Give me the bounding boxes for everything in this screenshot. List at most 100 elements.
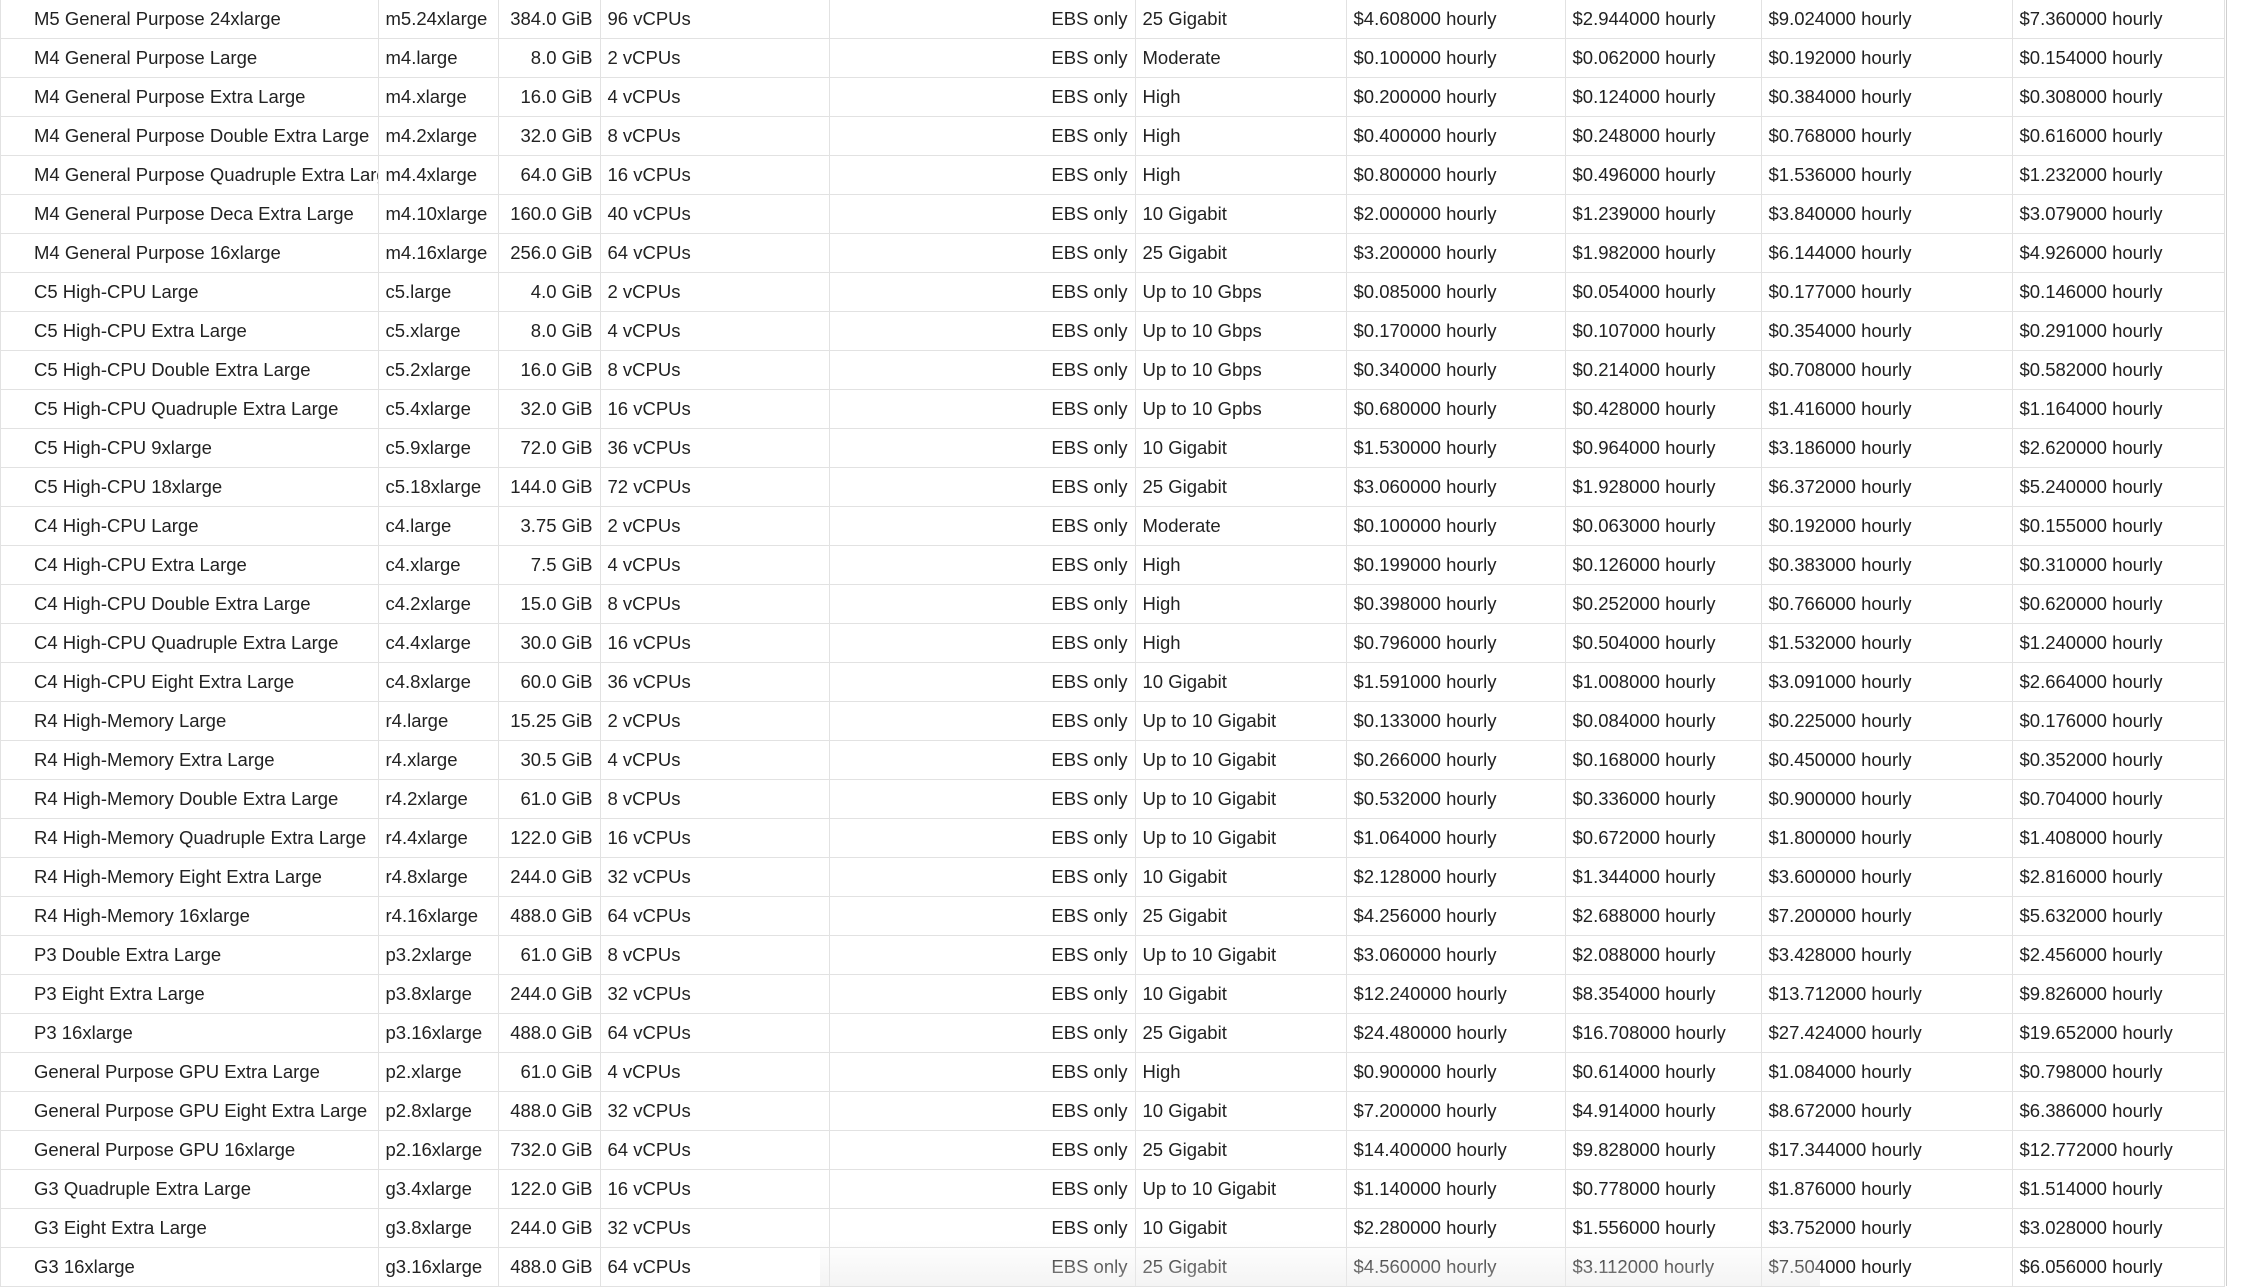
windows-on-demand-cost-cell: $1.876000 hourly <box>1761 1169 2013 1209</box>
table-row[interactable]: R4 High-Memory 16xlarge r4.16xlarge 488.0 … <box>0 896 2225 936</box>
instance-name-cell: C5 High-CPU 18xlarge <box>0 467 379 507</box>
linux-reserved-cost-cell: $1.982000 hourly <box>1565 233 1762 273</box>
table-row[interactable]: P3 16xlarge p3.16xlarge 488.0 GiB 64 vCPUs E… <box>0 1013 2225 1053</box>
windows-on-demand-cost-cell: $0.192000 hourly <box>1761 506 2013 546</box>
vcpus-cell: 64 vCPUs <box>600 233 830 273</box>
linux-reserved-cost-cell: $0.248000 hourly <box>1565 116 1762 156</box>
linux-reserved-cost-cell: $0.124000 hourly <box>1565 77 1762 117</box>
table-row[interactable]: C4 High-CPU Extra Large c4.xlarge 7.5 GiB 4… <box>0 545 2225 585</box>
windows-reserved-cost-cell: $0.620000 hourly <box>2012 584 2225 624</box>
instance-name-cell: G3 Quadruple Extra Large <box>0 1169 379 1209</box>
instance-name-cell: R4 High-Memory Quadruple Extra Large <box>0 818 379 858</box>
windows-on-demand-cost-cell: $0.766000 hourly <box>1761 584 2013 624</box>
table-row[interactable]: M4 General Purpose Large m4.large 8.0 GiB 2… <box>0 38 2225 78</box>
table-row[interactable]: M4 General Purpose 16xlarge m4.16xlarge 25… <box>0 233 2225 273</box>
windows-reserved-cost-cell: $2.664000 hourly <box>2012 662 2225 702</box>
memory-cell: 4.0 GiB <box>498 272 601 312</box>
linux-on-demand-cost-cell: $0.133000 hourly <box>1346 701 1566 741</box>
network-performance-cell: High <box>1135 155 1347 195</box>
table-row[interactable]: C5 High-CPU 18xlarge c5.18xlarge 144.0 GiB… <box>0 467 2225 507</box>
table-row[interactable]: C5 High-CPU 9xlarge c5.9xlarge 72.0 GiB 36 … <box>0 428 2225 468</box>
linux-on-demand-cost-cell: $0.900000 hourly <box>1346 1052 1566 1092</box>
instance-name-cell: R4 High-Memory Large <box>0 701 379 741</box>
table-row[interactable]: C5 High-CPU Quadruple Extra Large c5.4xla… <box>0 389 2225 429</box>
table-row[interactable]: P3 Eight Extra Large p3.8xlarge 244.0 GiB 3… <box>0 974 2225 1014</box>
table-row[interactable]: R4 High-Memory Eight Extra Large r4.8xlar… <box>0 857 2225 897</box>
memory-cell: 122.0 GiB <box>498 818 601 858</box>
linux-on-demand-cost-cell: $0.200000 hourly <box>1346 77 1566 117</box>
linux-on-demand-cost-cell: $14.400000 hourly <box>1346 1130 1566 1170</box>
table-row[interactable]: R4 High-Memory Extra Large r4.xlarge 30.5 … <box>0 740 2225 780</box>
memory-cell: 61.0 GiB <box>498 779 601 819</box>
instance-storage-cell: EBS only <box>829 1130 1136 1170</box>
memory-cell: 32.0 GiB <box>498 116 601 156</box>
windows-on-demand-cost-cell: $6.372000 hourly <box>1761 467 2013 507</box>
network-performance-cell: 25 Gigabit <box>1135 1013 1347 1053</box>
instance-name-cell: M4 General Purpose Quadruple Extra Large <box>0 155 379 195</box>
windows-on-demand-cost-cell: $0.450000 hourly <box>1761 740 2013 780</box>
table-row[interactable]: R4 High-Memory Quadruple Extra Large r4.4… <box>0 818 2225 858</box>
windows-on-demand-cost-cell: $0.383000 hourly <box>1761 545 2013 585</box>
table-row[interactable]: C4 High-CPU Double Extra Large c4.2xlarge… <box>0 584 2225 624</box>
table-row[interactable]: M4 General Purpose Deca Extra Large m4.10… <box>0 194 2225 234</box>
table-row[interactable]: C4 High-CPU Quadruple Extra Large c4.4xla… <box>0 623 2225 663</box>
windows-reserved-cost-cell: $1.164000 hourly <box>2012 389 2225 429</box>
instance-storage-cell: EBS only <box>829 311 1136 351</box>
windows-reserved-cost-cell: $1.514000 hourly <box>2012 1169 2225 1209</box>
memory-cell: 15.25 GiB <box>498 701 601 741</box>
linux-on-demand-cost-cell: $1.140000 hourly <box>1346 1169 1566 1209</box>
windows-reserved-cost-cell: $19.652000 hourly <box>2012 1013 2225 1053</box>
instance-name-cell: P3 Double Extra Large <box>0 935 379 975</box>
table-row[interactable]: C5 High-CPU Double Extra Large c5.2xlarge… <box>0 350 2225 390</box>
windows-reserved-cost-cell: $3.028000 hourly <box>2012 1208 2225 1248</box>
network-performance-cell: High <box>1135 1052 1347 1092</box>
memory-cell: 488.0 GiB <box>498 1091 601 1131</box>
linux-on-demand-cost-cell: $12.240000 hourly <box>1346 974 1566 1014</box>
windows-on-demand-cost-cell: $27.424000 hourly <box>1761 1013 2013 1053</box>
table-row[interactable]: G3 Eight Extra Large g3.8xlarge 244.0 GiB 3… <box>0 1208 2225 1248</box>
vcpus-cell: 8 vCPUs <box>600 779 830 819</box>
memory-cell: 72.0 GiB <box>498 428 601 468</box>
table-row[interactable]: C5 High-CPU Extra Large c5.xlarge 8.0 GiB 4… <box>0 311 2225 351</box>
table-row[interactable]: M4 General Purpose Extra Large m4.xlarge 1… <box>0 77 2225 117</box>
windows-reserved-cost-cell: $6.386000 hourly <box>2012 1091 2225 1131</box>
table-row[interactable]: M5 General Purpose 24xlarge m5.24xlarge 38… <box>0 0 2225 39</box>
table-row[interactable]: C4 High-CPU Eight Extra Large c4.8xlarge 6… <box>0 662 2225 702</box>
table-row[interactable]: C5 High-CPU Large c5.large 4.0 GiB 2 vCPUs E… <box>0 272 2225 312</box>
memory-cell: 16.0 GiB <box>498 77 601 117</box>
table-row[interactable]: R4 High-Memory Double Extra Large r4.2xla… <box>0 779 2225 819</box>
network-performance-cell: 10 Gigabit <box>1135 1208 1347 1248</box>
linux-reserved-cost-cell: $1.556000 hourly <box>1565 1208 1762 1248</box>
network-performance-cell: Up to 10 Gigabit <box>1135 701 1347 741</box>
memory-cell: 244.0 GiB <box>498 857 601 897</box>
api-name-cell: c5.2xlarge <box>378 350 499 390</box>
table-row[interactable]: G3 Quadruple Extra Large g3.4xlarge 122.0 … <box>0 1169 2225 1209</box>
table-row[interactable]: P3 Double Extra Large p3.2xlarge 61.0 GiB 8… <box>0 935 2225 975</box>
table-row[interactable]: General Purpose GPU 16xlarge p2.16xlarge 7… <box>0 1130 2225 1170</box>
linux-reserved-cost-cell: $2.944000 hourly <box>1565 0 1762 39</box>
vcpus-cell: 32 vCPUs <box>600 974 830 1014</box>
api-name-cell: p3.16xlarge <box>378 1013 499 1053</box>
api-name-cell: p2.xlarge <box>378 1052 499 1092</box>
linux-reserved-cost-cell: $4.914000 hourly <box>1565 1091 1762 1131</box>
vcpus-cell: 64 vCPUs <box>600 896 830 936</box>
table-row[interactable]: M4 General Purpose Double Extra Large m4.… <box>0 116 2225 156</box>
windows-on-demand-cost-cell: $13.712000 hourly <box>1761 974 2013 1014</box>
table-row[interactable]: R4 High-Memory Large r4.large 15.25 GiB 2 v… <box>0 701 2225 741</box>
windows-reserved-cost-cell: $7.360000 hourly <box>2012 0 2225 39</box>
table-row[interactable]: General Purpose GPU Extra Large p2.xlarge… <box>0 1052 2225 1092</box>
windows-on-demand-cost-cell: $0.177000 hourly <box>1761 272 2013 312</box>
vcpus-cell: 64 vCPUs <box>600 1130 830 1170</box>
table-row[interactable]: G3 16xlarge g3.16xlarge 488.0 GiB 64 vCPUs E… <box>0 1247 2225 1287</box>
memory-cell: 15.0 GiB <box>498 584 601 624</box>
linux-reserved-cost-cell: $0.778000 hourly <box>1565 1169 1762 1209</box>
table-row[interactable]: C4 High-CPU Large c4.large 3.75 GiB 2 vCPUs… <box>0 506 2225 546</box>
instance-pricing-table: M5 General Purpose 24xlarge m5.24xlarge 38… <box>0 0 2225 1287</box>
table-row[interactable]: General Purpose GPU Eight Extra Large p2.… <box>0 1091 2225 1131</box>
instance-storage-cell: EBS only <box>829 584 1136 624</box>
linux-on-demand-cost-cell: $0.680000 hourly <box>1346 389 1566 429</box>
windows-reserved-cost-cell: $0.154000 hourly <box>2012 38 2225 78</box>
memory-cell: 64.0 GiB <box>498 155 601 195</box>
table-row[interactable]: M4 General Purpose Quadruple Extra Large… <box>0 155 2225 195</box>
linux-reserved-cost-cell: $0.336000 hourly <box>1565 779 1762 819</box>
